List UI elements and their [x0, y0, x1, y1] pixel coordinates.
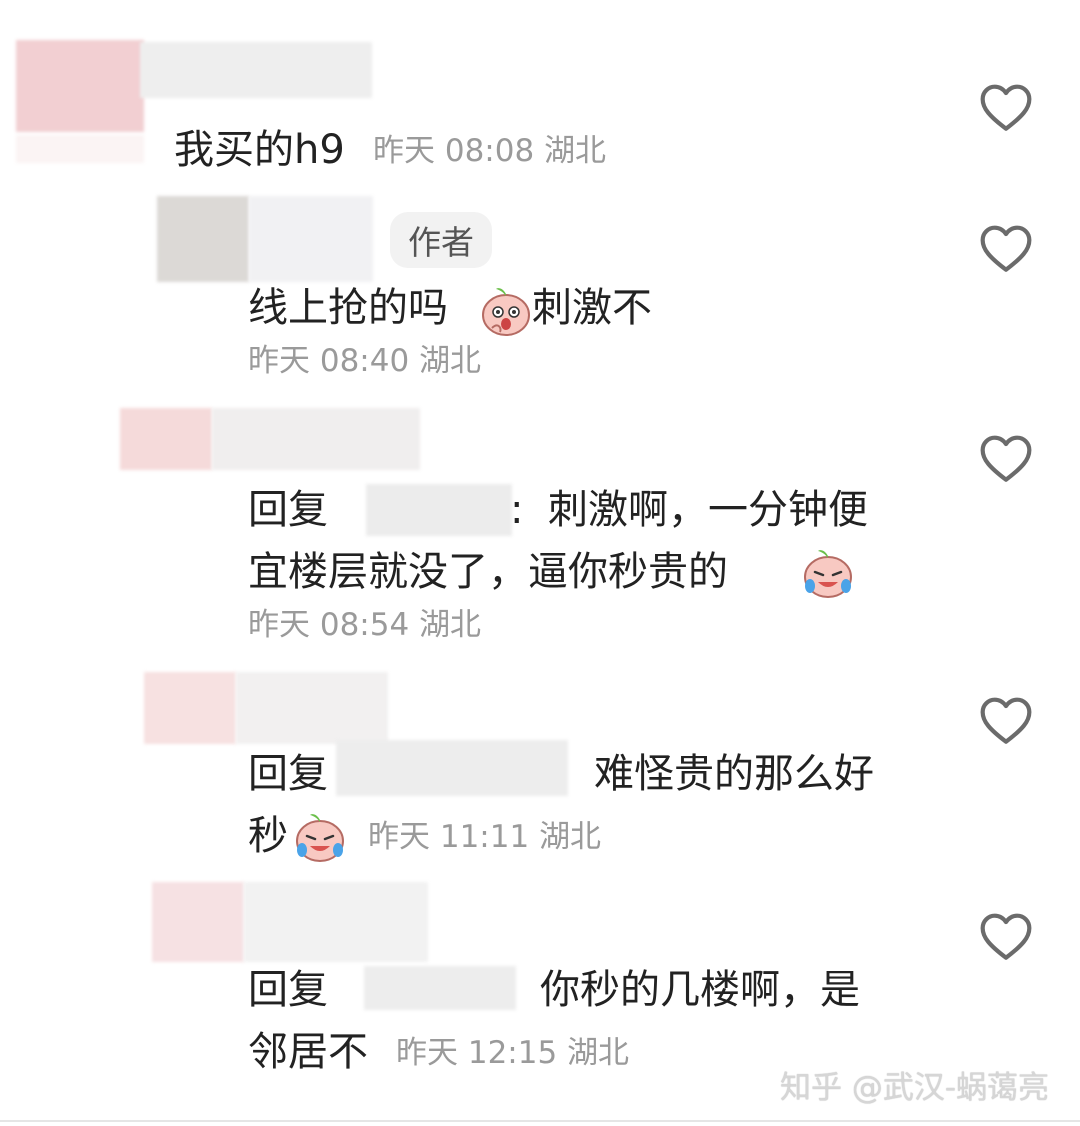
- comment-text-line1: 你秒的几楼啊，是: [540, 967, 860, 1013]
- comment-time: 昨天 08:54: [248, 607, 410, 643]
- heart-outline-icon[interactable]: [978, 910, 1034, 962]
- watermark: 知乎 @武汉-蜗蔼亮: [780, 1070, 1050, 1106]
- username-blurred[interactable]: [236, 672, 388, 744]
- reply-target-blurred[interactable]: [364, 966, 516, 1010]
- reply-prefix: 回复: [248, 487, 328, 533]
- reply-target-blurred[interactable]: [366, 484, 512, 536]
- username-blurred[interactable]: [140, 42, 372, 98]
- username-blurred[interactable]: [249, 196, 373, 282]
- comment-text-line1: 刺激啊，一分钟便: [548, 487, 868, 533]
- avatar-blurred[interactable]: [152, 882, 244, 962]
- comment-location: 湖北: [419, 607, 482, 643]
- avatar-blurred[interactable]: [157, 196, 249, 282]
- avatar-blurred-lower: [16, 135, 144, 163]
- comment-time: 昨天 11:11: [368, 819, 530, 855]
- heart-outline-icon[interactable]: [978, 222, 1034, 274]
- comment-location: 湖北: [544, 133, 607, 169]
- reply-target-blurred[interactable]: [336, 740, 568, 796]
- comment-text-after-emoji: 刺激不: [532, 285, 652, 331]
- comment-meta: 昨天 08:08 湖北: [373, 136, 606, 167]
- comment-text-line2: 邻居不: [248, 1029, 368, 1075]
- username-blurred[interactable]: [244, 882, 428, 962]
- comment-text: 线上抢的吗: [248, 285, 448, 331]
- comment-location: 湖北: [539, 819, 602, 855]
- divider: [0, 1120, 1080, 1122]
- avatar-blurred[interactable]: [120, 408, 212, 470]
- peach-face-emoji: [482, 288, 530, 336]
- reply-prefix: 回复: [248, 967, 328, 1013]
- comment-text-line2: 宜楼层就没了，逼你秒贵的: [248, 549, 728, 595]
- comment-text: 我买的h9: [174, 127, 345, 173]
- peach-face-emoji: [296, 814, 344, 862]
- comment-location: 湖北: [567, 1035, 630, 1071]
- reply-colon: :: [510, 487, 524, 533]
- comment-meta: 昨天 12:15 湖北: [396, 1038, 629, 1069]
- comment-meta: 昨天 08:40 湖北: [248, 346, 481, 377]
- comment-location: 湖北: [419, 343, 482, 379]
- comment-meta: 昨天 08:54 湖北: [248, 610, 481, 641]
- avatar-blurred[interactable]: [144, 672, 236, 744]
- heart-outline-icon[interactable]: [978, 694, 1034, 746]
- peach-face-emoji: [804, 550, 852, 598]
- avatar-blurred[interactable]: [16, 40, 144, 132]
- comment-text-line2: 秒: [248, 813, 288, 859]
- heart-outline-icon[interactable]: [978, 81, 1034, 133]
- comment-meta: 昨天 11:11 湖北: [368, 822, 601, 853]
- heart-outline-icon[interactable]: [978, 432, 1034, 484]
- comment-time: 昨天 12:15: [396, 1035, 558, 1071]
- reply-prefix: 回复: [248, 751, 328, 797]
- comment-time: 昨天 08:40: [248, 343, 410, 379]
- comment-text-line1: 难怪贵的那么好: [594, 751, 874, 797]
- author-badge: 作者: [390, 212, 492, 268]
- comment-time: 昨天 08:08: [373, 133, 535, 169]
- username-blurred[interactable]: [212, 408, 420, 470]
